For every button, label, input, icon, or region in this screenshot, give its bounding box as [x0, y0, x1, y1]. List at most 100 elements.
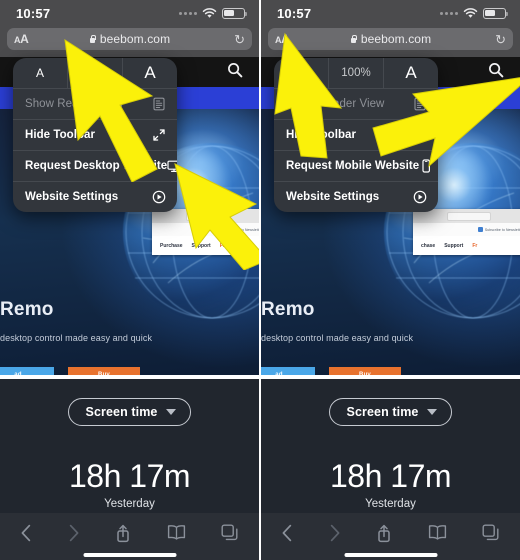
- menu-item-hide-toolbar[interactable]: Hide Toolbar: [274, 120, 438, 150]
- url-text: beebom.com: [360, 32, 432, 46]
- mini-nav-item-support: Support: [191, 242, 211, 249]
- site-tagline: desktop control made easy and quick: [261, 333, 414, 343]
- website-settings-icon: [413, 190, 427, 204]
- share-icon[interactable]: [115, 524, 131, 543]
- screen-time-value: 18h 17m: [329, 458, 452, 494]
- mobile-phone-icon: [419, 159, 433, 173]
- menu-item-website-settings[interactable]: Website Settings: [274, 182, 438, 212]
- lock-icon: [350, 34, 358, 44]
- phone-panel-right: 10:57 AA beebom.com ↻ Subscribe to Newsl…: [261, 0, 520, 560]
- menu-item-label: Show Reader View: [25, 98, 124, 110]
- site-tagline: desktop control made easy and quick: [0, 333, 153, 343]
- screen-time-dropdown-button[interactable]: Screen time: [328, 398, 453, 426]
- zoom-in-button[interactable]: A: [123, 58, 177, 88]
- book-icon[interactable]: [167, 524, 186, 540]
- embedded-browser-screenshot: Subscribe to Newsletter chase Support Fr: [413, 209, 520, 255]
- zoom-percent-label: 100%: [68, 58, 123, 88]
- url-text: beebom.com: [99, 32, 171, 46]
- battery-icon: [222, 7, 247, 19]
- mini-nav-item-purchase: chase: [421, 242, 436, 249]
- url-display: beebom.com: [268, 32, 513, 46]
- menu-item-label: Hide Toolbar: [286, 129, 357, 141]
- menu-item-label: Hide Toolbar: [25, 129, 96, 141]
- tabs-icon[interactable]: [221, 524, 239, 542]
- panel-section-divider: [0, 375, 259, 379]
- battery-icon: [483, 7, 508, 19]
- hide-toolbar-icon: [413, 128, 427, 142]
- mini-site-nav: chase Support Fr: [413, 236, 520, 255]
- mini-newsletter-label: Subscribe to Newsletter: [484, 227, 520, 232]
- site-brand: Remo: [0, 299, 54, 320]
- screen-time-widget: Screen time 18h 17m Yesterday: [0, 379, 259, 560]
- screen-time-dropdown-button[interactable]: Screen time: [67, 398, 192, 426]
- screenshot-sheet: 10:57 AA beebom.com ↻ Subscribe to Newsl…: [0, 0, 520, 560]
- aa-popover-menu: A 100% A Show Reader View Hide Toolbar R…: [13, 58, 177, 212]
- menu-item-label: Website Settings: [286, 191, 380, 203]
- menu-item-label: Request Mobile Website: [286, 160, 420, 172]
- reader-view-icon: [413, 97, 427, 111]
- zoom-percent-label: 100%: [329, 58, 384, 88]
- menu-item-show-reader-view[interactable]: Show Reader View: [13, 89, 177, 119]
- website-settings-icon: [152, 190, 166, 204]
- aa-text-size-button[interactable]: AA: [14, 31, 29, 47]
- status-bar: 10:57: [0, 0, 259, 26]
- zoom-out-button[interactable]: A: [13, 58, 68, 88]
- mini-newsletter-row: Subscribe to Newsletter: [152, 223, 259, 236]
- newsletter-icon: [216, 227, 222, 232]
- reload-icon[interactable]: ↻: [495, 33, 506, 46]
- mini-nav-item-fr: Fr: [472, 242, 478, 249]
- search-icon[interactable]: [488, 62, 504, 83]
- signal-dots-icon: [440, 11, 458, 15]
- share-icon[interactable]: [376, 524, 392, 543]
- home-indicator: [344, 552, 437, 557]
- reader-view-icon: [152, 97, 166, 111]
- url-bar-container: AA beebom.com ↻: [0, 26, 259, 57]
- screen-time-button-label: Screen time: [85, 405, 158, 419]
- mini-nav-item-purchase: Purchase: [160, 242, 183, 249]
- mini-browser-tab: [186, 211, 230, 221]
- book-icon[interactable]: [428, 524, 447, 540]
- search-icon[interactable]: [227, 62, 243, 83]
- mini-newsletter-row: Subscribe to Newsletter: [413, 223, 520, 236]
- menu-item-show-reader-view[interactable]: Show Reader View: [274, 89, 438, 119]
- url-bar-container: AA beebom.com ↻: [261, 26, 520, 57]
- zoom-out-button[interactable]: A: [274, 58, 329, 88]
- mini-newsletter-label: Subscribe to Newsletter: [223, 227, 259, 232]
- status-indicators: [179, 7, 247, 19]
- menu-item-request-mobile-website[interactable]: Request Mobile Website: [274, 151, 438, 181]
- chevron-right-icon[interactable]: [329, 524, 341, 542]
- chevron-down-icon: [427, 409, 438, 415]
- site-brand: Remo: [261, 299, 315, 320]
- url-display: beebom.com: [7, 32, 252, 46]
- zoom-controls-row: A 100% A: [13, 58, 177, 88]
- mini-browser-tab: [447, 211, 491, 221]
- menu-item-hide-toolbar[interactable]: Hide Toolbar: [13, 120, 177, 150]
- chevron-right-icon[interactable]: [68, 524, 80, 542]
- mini-site-nav: Purchase Support Fr: [152, 236, 259, 255]
- chevron-left-icon[interactable]: [20, 524, 32, 542]
- menu-item-request-desktop-website[interactable]: Request Desktop Website: [13, 151, 177, 181]
- screen-time-value: 18h 17m: [68, 458, 191, 494]
- screen-time-subtitle: Yesterday: [104, 498, 155, 510]
- menu-item-label: Website Settings: [25, 191, 119, 203]
- menu-item-website-settings[interactable]: Website Settings: [13, 182, 177, 212]
- tabs-icon[interactable]: [482, 524, 500, 542]
- menu-item-label: Show Reader View: [286, 98, 385, 110]
- newsletter-icon: [477, 227, 483, 232]
- aa-text-size-button[interactable]: AA: [275, 31, 290, 47]
- desktop-monitor-icon: [167, 159, 177, 173]
- reload-icon[interactable]: ↻: [234, 33, 245, 46]
- status-time: 10:57: [16, 5, 51, 21]
- zoom-in-button[interactable]: A: [384, 58, 438, 88]
- url-bar[interactable]: AA beebom.com ↻: [7, 28, 252, 50]
- embedded-browser-screenshot: Subscribe to Newsletter Purchase Support…: [152, 209, 259, 255]
- mini-newsletter-badge: Subscribe to Newsletter: [216, 227, 259, 232]
- chevron-left-icon[interactable]: [281, 524, 293, 542]
- wifi-icon: [463, 7, 478, 19]
- aa-popover-menu: A 100% A Show Reader View Hide Toolbar R…: [274, 58, 438, 212]
- url-bar[interactable]: AA beebom.com ↻: [268, 28, 513, 50]
- aa-big-label: A: [281, 32, 290, 46]
- wifi-icon: [202, 7, 217, 19]
- mini-nav-item-fr: Fr: [219, 242, 225, 249]
- panel-divider: [259, 0, 261, 560]
